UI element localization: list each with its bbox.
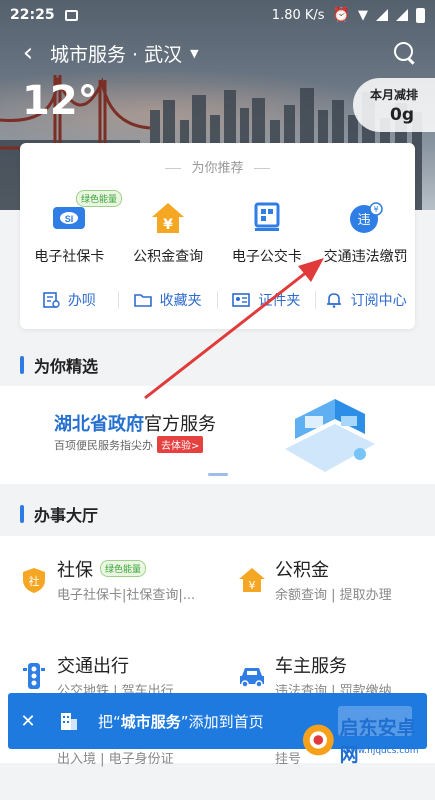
watermark-url: www.hjqdcs.com xyxy=(343,746,419,756)
section-accent-bar xyxy=(20,356,24,374)
phone-illustration xyxy=(285,399,375,472)
service-social-security-card[interactable]: 绿色能量 SI 电子社保卡 xyxy=(20,190,123,266)
quick-link-id-cards[interactable]: 证件夹 xyxy=(218,291,317,309)
hall-item-desc: 电子社保卡|社保查询|... xyxy=(57,588,196,603)
toast-highlight: 城市服务 xyxy=(120,712,181,731)
service-label: 交通违法缴罚 xyxy=(323,249,408,265)
hall-title: 办事大厅 xyxy=(34,506,99,525)
hall-section-header: 办事大厅 xyxy=(0,492,435,536)
svg-text:社: 社 xyxy=(29,574,40,588)
bell-icon xyxy=(326,293,341,308)
emission-label: 本月减排 xyxy=(369,88,418,102)
battery-icon xyxy=(416,7,425,23)
quick-link-label: 收藏夹 xyxy=(159,293,202,309)
alarm-icon: ⏰ xyxy=(332,7,350,23)
traffic-violation-icon: 违 ¥ xyxy=(346,198,386,238)
social-security-icon: 社 xyxy=(23,568,45,593)
status-time: 22:25 xyxy=(10,7,55,23)
recommend-services: 绿色能量 SI 电子社保卡 ¥ 公积金查询 电子公交卡 违 ¥ 交通违法缴罚 xyxy=(20,190,415,266)
banner-subtitle: 百项便民服务指尖办 去体验> xyxy=(54,436,204,453)
caret-down-icon[interactable]: ▼ xyxy=(190,47,198,60)
watermark-text: 启东安卓网 xyxy=(339,717,416,766)
banner-subtitle-text: 百项便民服务指尖办 xyxy=(54,439,153,452)
svg-text:¥: ¥ xyxy=(373,205,378,214)
green-energy-badge: 绿色能量 xyxy=(76,190,123,207)
task-icon xyxy=(43,292,60,308)
quick-link-subscriptions[interactable]: 订阅中心 xyxy=(316,291,415,309)
housing-fund-icon: ¥ xyxy=(239,568,265,592)
traffic-light-icon xyxy=(23,663,45,689)
hall-item-housing-fund[interactable]: ¥ 公积金 余额查询 | 提取办理 xyxy=(218,536,428,608)
toast-text: 把“城市服务”添加到首页 xyxy=(98,711,264,732)
recommend-card: 为你推荐 绿色能量 SI 电子社保卡 ¥ 公积金查询 电子公交卡 违 ¥ 交通违法… xyxy=(20,143,415,329)
city-title[interactable]: 城市服务 · 武汉 xyxy=(50,40,182,67)
section-accent-bar xyxy=(20,505,24,523)
service-label: 电子公交卡 xyxy=(231,249,302,265)
hall-item-name: 社保 xyxy=(57,560,93,581)
hall-item-name: 车主服务 xyxy=(275,656,347,677)
green-energy-badge: 绿色能量 xyxy=(100,560,147,577)
title-bar: ‹ 城市服务 · 武汉 ▼ xyxy=(0,34,435,72)
hall-item-name: 公积金 xyxy=(275,560,329,581)
id-card-icon xyxy=(232,293,251,307)
search-icon[interactable] xyxy=(393,41,417,65)
service-traffic-violation[interactable]: 违 ¥ 交通违法缴罚 xyxy=(316,198,415,266)
svg-text:¥: ¥ xyxy=(249,579,256,592)
quick-links: 办呗 收藏夹 证件夹 订阅中心 xyxy=(20,291,415,309)
building-icon xyxy=(61,713,77,730)
quick-link-label: 办呗 xyxy=(67,293,96,309)
quick-link-label: 证件夹 xyxy=(258,293,301,309)
status-bar: 22:25 1.80 K/s ⏰ ▼ xyxy=(0,0,435,30)
bus-card-icon xyxy=(247,198,287,238)
watermark-logo-icon xyxy=(302,724,334,756)
signal-icon-2 xyxy=(396,9,408,21)
hall-item-desc: 余额查询 | 提取办理 xyxy=(275,588,392,603)
close-icon[interactable]: ✕ xyxy=(8,701,48,741)
service-housing-fund[interactable]: ¥ 公积金查询 xyxy=(119,198,218,266)
hall-item-social-security[interactable]: 社 社保 绿色能量 电子社保卡|社保查询|... xyxy=(0,536,210,608)
svg-text:违: 违 xyxy=(357,213,370,228)
hall-item-desc: 挂号 xyxy=(275,752,302,767)
svg-text:¥: ¥ xyxy=(163,217,173,233)
quick-link-favorites[interactable]: 收藏夹 xyxy=(119,291,218,309)
svg-text:SI: SI xyxy=(65,214,74,224)
image-notification-icon xyxy=(64,9,78,21)
service-bus-card[interactable]: 电子公交卡 xyxy=(218,198,317,266)
try-button[interactable]: 去体验> xyxy=(157,436,204,453)
signal-icon xyxy=(376,9,388,21)
banner-title-black: 官方服务 xyxy=(144,414,216,435)
car-icon xyxy=(240,668,264,688)
hall-item-name: 交通出行 xyxy=(57,656,129,677)
hall-item-desc: 出入境 | 电子身份证 xyxy=(57,752,174,767)
banner-title: 湖北省政府官方服务 xyxy=(54,410,216,436)
site-watermark: 启东安卓网 www.hjqdcs.com xyxy=(301,717,431,766)
quick-link-label: 订阅中心 xyxy=(350,293,407,309)
network-speed: 1.80 K/s xyxy=(271,7,325,23)
toast-suffix: ”添加到首页 xyxy=(180,712,264,731)
back-arrow-icon[interactable]: ‹ xyxy=(10,35,46,71)
toast-prefix: 把“ xyxy=(98,712,121,731)
temperature: 12° xyxy=(22,78,98,124)
emission-value: 0g xyxy=(390,105,414,125)
service-label: 电子社保卡 xyxy=(34,249,105,265)
wifi-icon: ▼ xyxy=(358,7,368,23)
folder-icon xyxy=(133,294,152,307)
featured-section-header: 为你精选 xyxy=(0,343,435,387)
recommend-title: 为你推荐 xyxy=(20,157,415,176)
service-label: 公积金查询 xyxy=(133,249,204,265)
carousel-indicator xyxy=(208,473,228,476)
emission-badge[interactable]: 本月减排 0g xyxy=(353,78,435,132)
promo-banner[interactable]: 湖北省政府官方服务 百项便民服务指尖办 去体验> xyxy=(0,386,435,484)
housing-fund-icon: ¥ xyxy=(148,198,188,238)
banner-title-blue: 湖北省政府 xyxy=(54,414,144,435)
featured-title: 为你精选 xyxy=(34,357,99,376)
quick-link-task[interactable]: 办呗 xyxy=(20,291,119,309)
